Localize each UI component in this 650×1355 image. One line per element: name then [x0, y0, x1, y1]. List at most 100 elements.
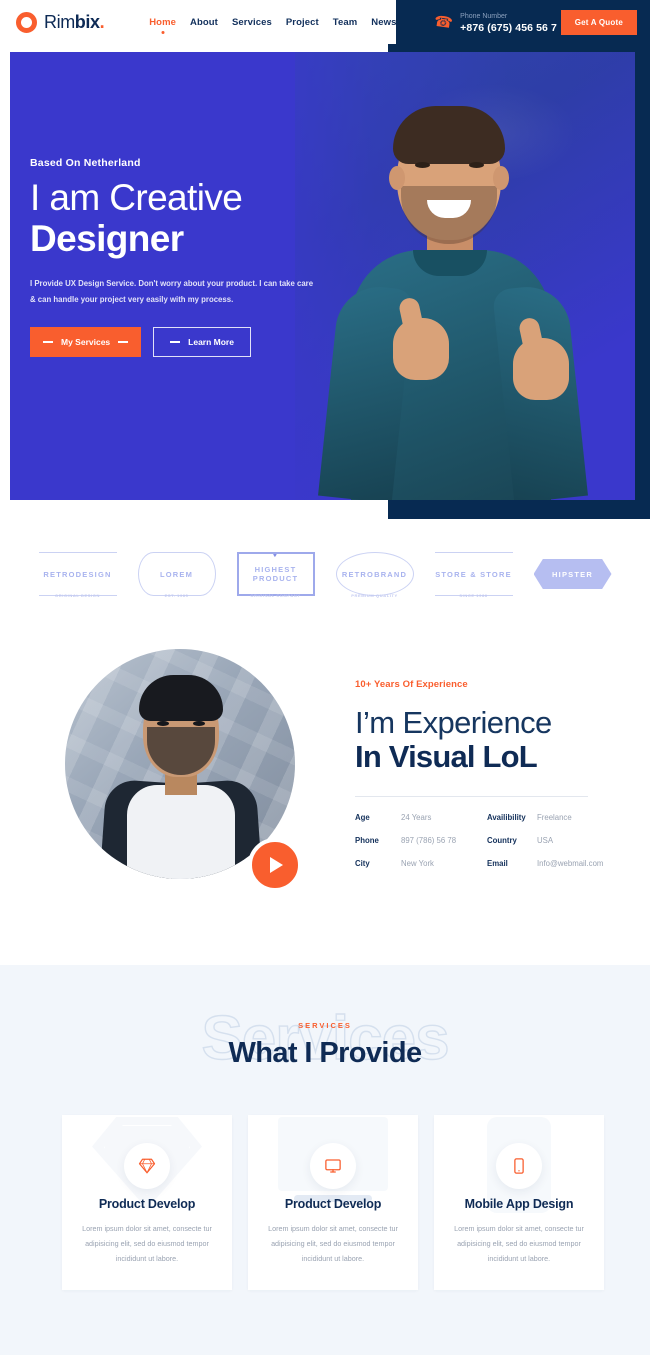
brand-sub: SINCE 1988: [459, 593, 488, 598]
info-value-country: USA: [537, 836, 554, 845]
brand-sub: EST. 1985: [164, 593, 189, 598]
header-left: Rimbix. Home About Services Project Team…: [0, 0, 396, 44]
hero-title-line1: I am Creative: [30, 177, 243, 218]
monitor-icon-circle: [310, 1143, 356, 1189]
brand-logo-retrobrand: RETROBRAND PREMIUM QUALITY: [330, 548, 420, 600]
brand-label: STORE & STORE: [435, 569, 512, 579]
hero-description: I Provide UX Design Service. Don't worry…: [30, 279, 314, 304]
service-card-title: Mobile App Design: [464, 1197, 574, 1211]
brand-logos-row: RETRODESIGN ORIGINAL DESIGN LOREM EST. 1…: [0, 519, 650, 629]
person-thumbs-up-right: [513, 338, 569, 400]
services-kicker: SERVICES: [298, 1021, 352, 1030]
portrait-eye-right: [193, 721, 205, 726]
site-header: Rimbix. Home About Services Project Team…: [0, 0, 650, 44]
info-key-email: Email: [487, 859, 508, 868]
experience-title-line1: I’m Experience: [355, 705, 552, 740]
brand-label: HIGHEST PRODUCT: [252, 565, 299, 583]
mobile-icon: [514, 1158, 524, 1174]
services-cards: Product Develop Lorem ipsum dolor sit am…: [62, 1115, 604, 1290]
brand-sub: ORIGINAL COMPANY: [250, 593, 301, 598]
service-card-description: Lorem ipsum dolor sit amet, consecte tur…: [454, 1224, 584, 1263]
service-card-description: Lorem ipsum dolor sit amet, consecte tur…: [82, 1224, 212, 1263]
hero-buttons: My Services Learn More: [30, 327, 360, 357]
dash-left-icon: [43, 341, 53, 343]
logo-text-part1: Rim: [44, 11, 75, 32]
hero-banner: Based On Netherland I am Creative Design…: [10, 52, 635, 500]
hero-person-photo: [318, 100, 627, 500]
phone-text: Phone Number +876 (675) 456 56 7: [460, 11, 557, 34]
experience-title-line2: In Visual LoL: [355, 739, 538, 774]
hero-title-line2: Designer: [30, 218, 184, 259]
nav-item-news[interactable]: News: [371, 17, 396, 28]
brand-label: RETROBRAND: [341, 569, 408, 579]
logo-text-part2: bix: [74, 11, 100, 32]
brand-sub: PREMIUM QUALITY: [351, 593, 398, 598]
info-key-age: Age: [355, 813, 370, 822]
info-key-availibility: Availibility: [487, 813, 526, 822]
gem-icon-circle: [124, 1143, 170, 1189]
phone-block[interactable]: ☎ Phone Number +876 (675) 456 56 7: [433, 11, 557, 34]
monitor-icon: [325, 1159, 341, 1173]
info-value-city: New York: [401, 859, 434, 868]
divider: [355, 796, 588, 797]
gem-icon: [138, 1158, 156, 1174]
landing-page: Rimbix. Home About Services Project Team…: [0, 0, 650, 1355]
nav-item-home[interactable]: Home: [149, 17, 176, 28]
experience-kicker: 10+ Years Of Experience: [355, 679, 468, 690]
person-ear-left: [389, 166, 405, 190]
service-card-product-develop-2[interactable]: Product Develop Lorem ipsum dolor sit am…: [248, 1115, 418, 1290]
brand-logo-hipster: HIPSTER: [528, 548, 618, 600]
nav-item-services[interactable]: Services: [232, 17, 272, 28]
experience-section: 10+ Years Of Experience I’m Experience I…: [0, 629, 650, 929]
play-video-button[interactable]: [248, 838, 302, 892]
play-icon: [270, 857, 283, 873]
service-card-product-develop-1[interactable]: Product Develop Lorem ipsum dolor sit am…: [62, 1115, 232, 1290]
main-nav: Home About Services Project Team News: [149, 17, 396, 28]
phone-label: Phone Number: [460, 12, 508, 20]
brand-label: LOREM: [159, 569, 194, 579]
dash-icon: [170, 341, 181, 343]
get-a-quote-button[interactable]: Get A Quote: [560, 9, 637, 35]
service-card-mobile-app-design[interactable]: Mobile App Design Lorem ipsum dolor sit …: [434, 1115, 604, 1290]
nav-item-project[interactable]: Project: [286, 17, 319, 28]
header-right: ☎ Phone Number +876 (675) 456 56 7 Get A…: [396, 0, 650, 44]
person-eye-right: [469, 162, 484, 168]
learn-more-button[interactable]: Learn More: [153, 327, 251, 357]
services-section: Services SERVICES What I Provide Product…: [0, 965, 650, 1355]
brand-label: RETRODESIGN: [43, 569, 112, 579]
service-card-description: Lorem ipsum dolor sit amet, consecte tur…: [268, 1224, 398, 1263]
my-services-button-label: My Services: [61, 337, 111, 347]
info-key-country: Country: [487, 836, 517, 845]
person-ear-right: [493, 166, 509, 190]
info-value-availibility: Freelance: [537, 813, 572, 822]
portrait-eye-left: [157, 721, 169, 726]
info-value-age: 24 Years: [401, 813, 432, 822]
brand-logo-retrodesign: RETRODESIGN ORIGINAL DESIGN: [33, 548, 123, 600]
person-hair: [393, 106, 505, 164]
nav-item-team[interactable]: Team: [333, 17, 358, 28]
my-services-button[interactable]: My Services: [30, 327, 142, 357]
info-key-city: City: [355, 859, 370, 868]
ring-logo-icon: [16, 11, 37, 33]
brand-logo-store-and-store: STORE & STORE SINCE 1988: [429, 548, 519, 600]
dash-right-icon: [118, 341, 129, 343]
person-eye-left: [415, 162, 430, 168]
mobile-icon-circle: [496, 1143, 542, 1189]
service-card-title: Product Develop: [284, 1197, 382, 1211]
phone-number: +876 (675) 456 56 7: [460, 21, 557, 34]
info-value-phone: 897 (786) 56 78: [401, 836, 457, 845]
service-card-title: Product Develop: [98, 1197, 196, 1211]
hero-section: Based On Netherland I am Creative Design…: [0, 44, 650, 564]
experience-content: 10+ Years Of Experience I’m Experience I…: [355, 679, 635, 868]
learn-more-button-label: Learn More: [188, 337, 234, 347]
phone-icon: ☎: [433, 12, 455, 32]
person-thumbs-up-left: [393, 318, 449, 380]
site-logo[interactable]: Rimbix.: [16, 11, 105, 33]
brand-logo-highest-product: ♦ HIGHEST PRODUCT ORIGINAL COMPANY: [231, 548, 321, 600]
brand-label: HIPSTER: [552, 569, 593, 579]
hero-kicker: Based On Netherland: [30, 157, 141, 169]
brand-logo-lorem: LOREM EST. 1985: [132, 548, 222, 600]
logo-dot: .: [99, 11, 105, 32]
info-key-phone: Phone: [355, 836, 379, 845]
nav-item-about[interactable]: About: [190, 17, 218, 28]
